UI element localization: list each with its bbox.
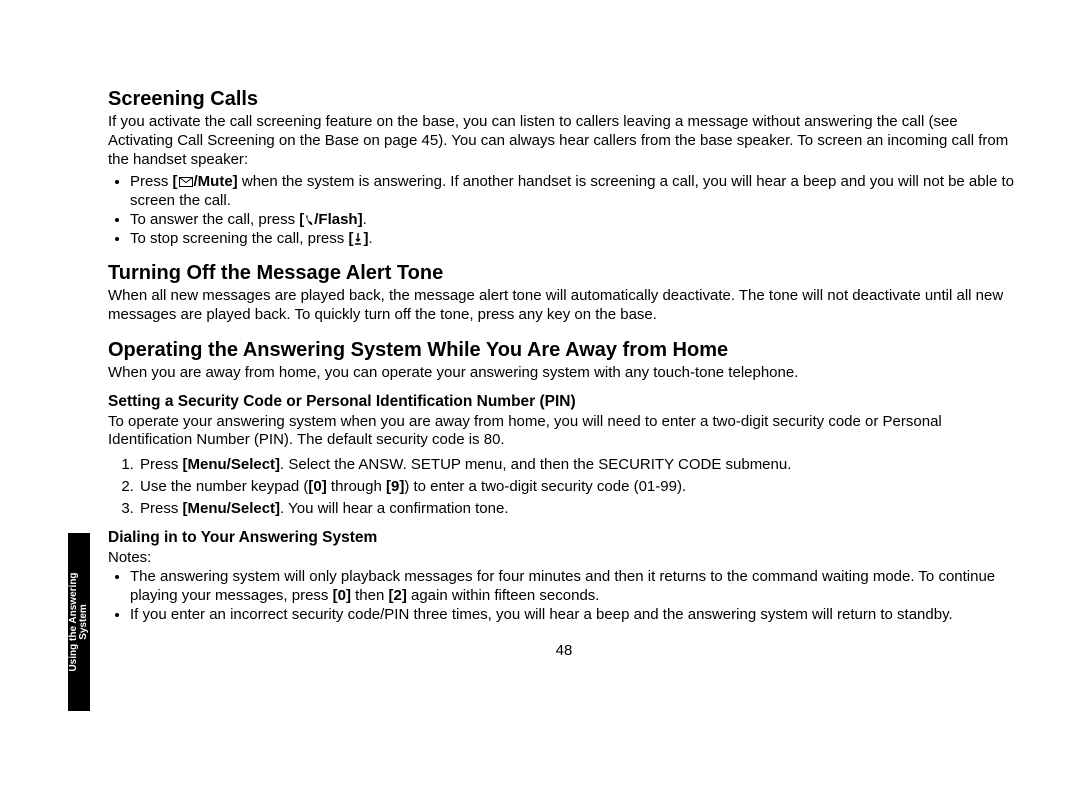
talk-icon	[305, 214, 313, 226]
alert-tone-body: When all new messages are played back, t…	[108, 287, 1020, 325]
list-item: Press [Menu/Select]. You will hear a con…	[138, 498, 1020, 520]
heading-alert-tone: Turning Off the Message Alert Tone	[108, 262, 1020, 285]
list-item: Use the number keypad ([0] through [9]) …	[138, 476, 1020, 498]
pin-steps: Press [Menu/Select]. Select the ANSW. SE…	[108, 454, 1020, 519]
end-icon	[354, 233, 362, 245]
list-item: Press [Menu/Select]. Select the ANSW. SE…	[138, 454, 1020, 476]
heading-away-from-home: Operating the Answering System While You…	[108, 339, 1020, 362]
list-item: To answer the call, press [/Flash].	[130, 211, 1020, 230]
subheading-pin: Setting a Security Code or Personal Iden…	[108, 393, 1020, 411]
screening-bullets: Press [/Mute] when the system is answeri…	[108, 173, 1020, 248]
heading-screening-calls: Screening Calls	[108, 88, 1020, 111]
pin-body: To operate your answering system when yo…	[108, 413, 1020, 451]
message-icon	[179, 177, 193, 187]
list-item: The answering system will only playback …	[130, 568, 1020, 606]
list-item: Press [/Mute] when the system is answeri…	[130, 173, 1020, 211]
notes-label: Notes:	[108, 549, 1020, 568]
manual-page: Screening Calls If you activate the call…	[0, 0, 1080, 699]
page-number: 48	[108, 642, 1020, 659]
list-item: If you enter an incorrect security code/…	[130, 606, 1020, 625]
away-intro: When you are away from home, you can ope…	[108, 364, 1020, 383]
list-item: To stop screening the call, press [].	[130, 230, 1020, 249]
dialing-notes: The answering system will only playback …	[108, 568, 1020, 624]
subheading-dialing-in: Dialing in to Your Answering System	[108, 529, 1020, 547]
screening-intro: If you activate the call screening featu…	[108, 113, 1020, 169]
